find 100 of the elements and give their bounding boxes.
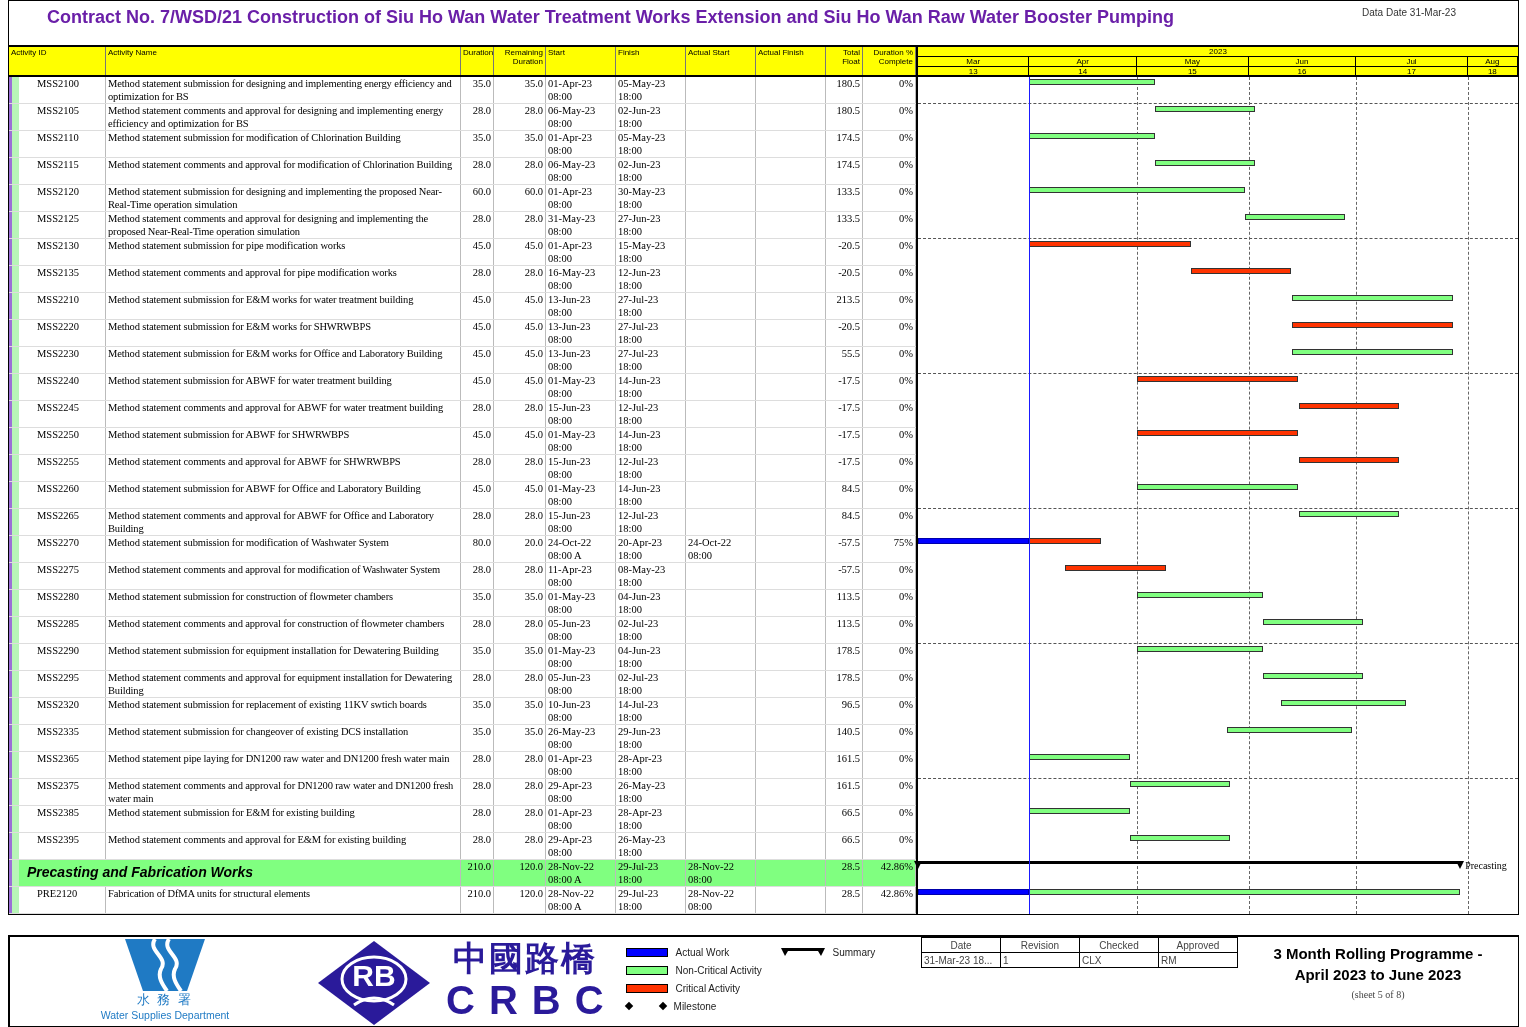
duration-cell: 45.0 [461,428,494,454]
logo-icon [125,939,205,991]
row-band [9,509,19,535]
percent-cell: 75% [863,536,916,562]
activity-name: Method statement comments and approval for pipe modification works [106,266,461,292]
legend-label: Actual Work [675,946,730,958]
remaining-cell: 20.0 [494,536,546,562]
activity-id: MSS2365 [19,752,106,778]
logo-caption: 水 務 署 [136,991,194,1009]
row-band [9,104,19,130]
logo-caption: Water Supplies Department [100,1009,230,1021]
row-band [9,671,19,697]
activity-name: Method statement comments and approval for E&M for existing building [106,833,461,859]
finish-cell: 02-Jul-23 18:00 [616,617,686,643]
page-title: Contract No. 7/WSD/21 Construction of Siu Ho Wan Water Treatment Works Extension and Siu Ho Wan Raw Water Booster Pumping [46,6,1175,29]
activity-id: MSS2295 [19,671,106,697]
float-cell: 178.5 [826,644,863,670]
start-cell: 01-Apr-23 08:00 [546,806,616,832]
remaining-cell: 28.0 [494,779,546,805]
row-band [9,617,19,643]
start-cell: 28-Nov-22 08:00 A [546,860,616,886]
month-label: Mar [918,57,1030,66]
legend-label: Non-Critical Activity [675,964,762,976]
duration-cell: 28.0 [461,266,494,292]
finish-cell: 02-Jul-23 18:00 [616,671,686,697]
finish-cell: 05-May-23 18:00 [616,131,686,157]
remaining-cell: 28.0 [494,833,546,859]
activity-name: Method statement comments and approval for designing and implementing energy efficiency and optimization for BS [106,104,461,130]
activity-id: MSS2110 [19,131,106,157]
float-cell: 180.5 [826,104,863,130]
period-number: 17 [1356,67,1468,76]
activity-id: MSS2250 [19,428,106,454]
activity-id: MSS2130 [19,239,106,265]
remaining-cell: 35.0 [494,644,546,670]
row-band [9,482,19,508]
finish-cell: 12-Jul-23 18:00 [616,401,686,427]
logo-text: RB [351,959,397,993]
row-band [9,860,19,886]
company-name: CRBC [446,979,618,1021]
start-cell: 11-Apr-23 08:00 [546,563,616,589]
remaining-cell: 28.0 [494,671,546,697]
sheet-number: (sheet 5 of 8) [1350,989,1406,1000]
duration-cell: 28.0 [461,806,494,832]
activity-name: Method statement submission for replacement of existing 11KV swtich boards [106,698,461,724]
remaining-cell: 28.0 [494,509,546,535]
table-header: Date [921,937,1001,953]
float-cell: 84.5 [826,509,863,535]
finish-cell: 29-Jun-23 18:00 [616,725,686,751]
float-cell: 66.5 [826,806,863,832]
float-cell: 161.5 [826,752,863,778]
percent-cell: 0% [863,428,916,454]
activity-name: Method statement submission for designing and implementing the proposed Near-Real-Time operation simulation [106,185,461,211]
duration-cell: 28.0 [461,401,494,427]
month-label: Jun [1248,57,1357,66]
row-band [9,833,19,859]
month-label: Apr [1029,57,1138,66]
activity-name: Method statement pipe laying for DN1200 raw water and DN1200 fresh water main [106,752,461,778]
row-band [9,293,19,319]
duration-cell: 28.0 [461,455,494,481]
remaining-cell: 35.0 [494,131,546,157]
percent-cell: 0% [863,455,916,481]
activity-name: Method statement submission for changeover of existing DCS installation [106,725,461,751]
percent-cell: 0% [863,401,916,427]
activity-name: Method statement submission for pipe modification works [106,239,461,265]
duration-cell: 45.0 [461,374,494,400]
column-header: Activity Name [106,47,461,75]
row-band [9,428,19,454]
summary-bar-icon [780,948,825,956]
column-header: Finish [616,47,686,75]
legend-swatch [625,965,668,975]
row-band [9,698,19,724]
duration-cell: 28.0 [461,158,494,184]
activity-name: Method statement submission for modification of Chlorination Building [106,131,461,157]
activity-id: MSS2105 [19,104,106,130]
duration-cell: 35.0 [461,698,494,724]
percent-cell: 0% [863,239,916,265]
row-band [9,887,19,913]
start-cell: 06-May-23 08:00 [546,104,616,130]
remaining-cell: 35.0 [494,590,546,616]
activity-name: Method statement submission for construction of flowmeter chambers [106,590,461,616]
activity-name: Method statement comments and approval for modification of Chlorination Building [106,158,461,184]
column-header: Start [546,47,616,75]
start-cell: 29-Apr-23 08:00 [546,779,616,805]
start-cell: 24-Oct-22 08:00 A [546,536,616,562]
float-cell: -17.5 [826,401,863,427]
float-cell: 113.5 [826,590,863,616]
percent-cell: 0% [863,806,916,832]
duration-cell: 28.0 [461,104,494,130]
activity-id: MSS2240 [19,374,106,400]
row-band [9,590,19,616]
duration-cell: 210.0 [461,887,494,913]
remaining-cell: 45.0 [494,347,546,373]
start-cell: 01-Apr-23 08:00 [546,77,616,103]
remaining-cell: 28.0 [494,401,546,427]
remaining-cell: 120.0 [494,860,546,886]
float-cell: -17.5 [826,374,863,400]
float-cell: 180.5 [826,77,863,103]
finish-cell: 27-Jul-23 18:00 [616,320,686,346]
activity-id: MSS2135 [19,266,106,292]
start-cell: 01-Apr-23 08:00 [546,239,616,265]
